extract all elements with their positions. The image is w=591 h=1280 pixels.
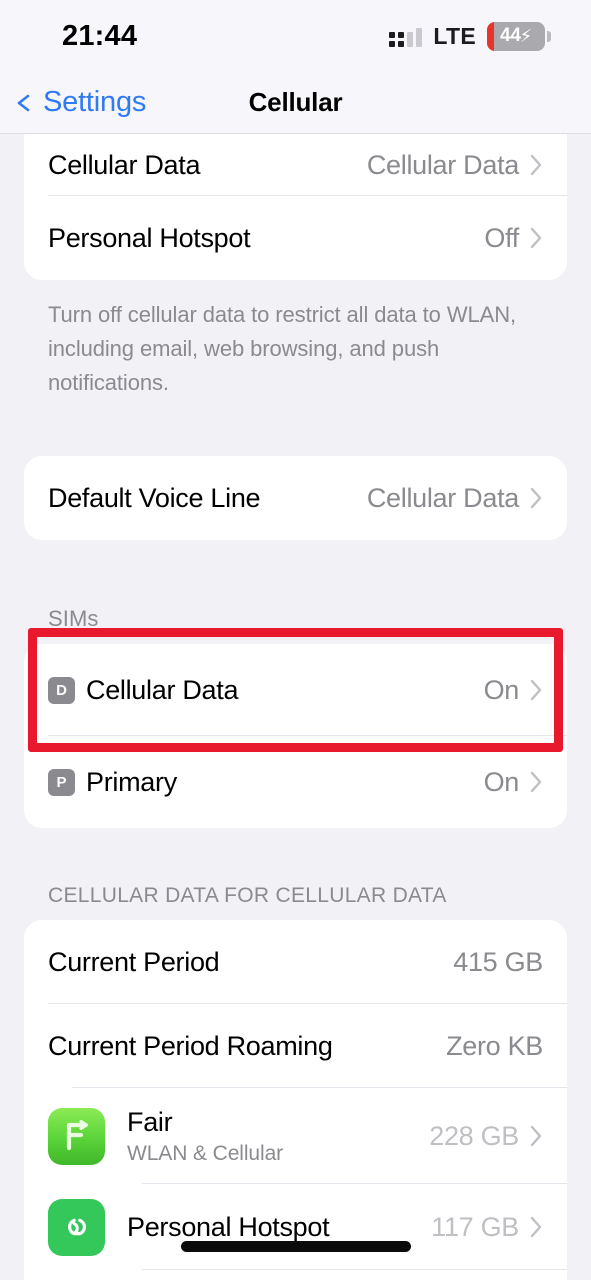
sim-badge-p: P xyxy=(48,768,75,796)
row-current-period: Current Period 415 GB xyxy=(24,920,567,1005)
row-value: Off xyxy=(484,222,519,253)
settings-scroll-view[interactable]: Cellular Data Cellular Data Personal Hot… xyxy=(0,134,591,1280)
sims-card: D Cellular Data On P Primary On xyxy=(24,628,567,829)
home-indicator[interactable] xyxy=(180,1241,411,1252)
battery-percent-label: 44 xyxy=(500,25,521,46)
chevron-right-icon xyxy=(530,488,542,509)
row-value: On xyxy=(483,766,520,797)
row-value: On xyxy=(483,674,520,705)
usage-card: Current Period 415 GB Current Period Roa… xyxy=(24,920,567,1280)
chevron-right-icon xyxy=(530,680,542,701)
row-value: Cellular Data xyxy=(366,149,519,180)
chevron-right-icon xyxy=(530,154,542,176)
charging-bolt-icon: ⚡ xyxy=(519,25,533,46)
network-type-label: LTE xyxy=(433,22,476,49)
chevron-right-icon xyxy=(530,227,542,249)
app-name: Fair xyxy=(127,1106,173,1137)
personal-hotspot-link-icon xyxy=(48,1198,105,1256)
sims-section-header: SIMs xyxy=(48,606,99,632)
row-value: Cellular Data xyxy=(366,482,519,513)
page-title: Cellular xyxy=(248,87,343,117)
chain-link-glyph-icon xyxy=(67,1219,86,1236)
battery-charging-icon: 44 ⚡ xyxy=(487,21,551,51)
row-label: Default Voice Line xyxy=(48,482,261,513)
row-personal-hotspot[interactable]: Personal Hotspot Off xyxy=(24,196,567,280)
row-value: Zero KB xyxy=(446,1030,543,1061)
row-label: Personal Hotspot xyxy=(48,222,251,253)
row-label: Cellular Data xyxy=(48,149,201,180)
app-usage-value: 228 GB xyxy=(429,1120,519,1151)
chevron-right-icon xyxy=(530,1126,542,1147)
status-bar-indicators: LTE 44 ⚡ xyxy=(389,21,551,51)
cellular-footnote: Turn off cellular data to restrict all d… xyxy=(48,302,517,396)
sims-card-wrapper: D Cellular Data On P Primary On xyxy=(0,628,591,829)
sim-row-primary[interactable]: P Primary On xyxy=(24,736,567,828)
fair-glyph-icon xyxy=(66,1120,88,1151)
signal-dots-icon xyxy=(389,26,423,47)
status-bar: 21:44 LTE 44 ⚡ xyxy=(0,0,591,72)
iphone-screen: 21:44 LTE 44 ⚡ Settings Cellular Cellula… xyxy=(0,0,591,1280)
sim-badge-d: D xyxy=(48,676,75,704)
app-row-fair[interactable]: Fair WLAN & Cellular 228 GB xyxy=(24,1088,567,1185)
fair-app-icon xyxy=(48,1107,105,1165)
cellular-card: Cellular Data Cellular Data Personal Hot… xyxy=(24,134,567,280)
voice-line-card: Default Voice Line Cellular Data xyxy=(24,456,567,541)
status-bar-clock: 21:44 xyxy=(62,19,138,52)
chevron-right-icon xyxy=(530,1217,542,1238)
row-cellular-data[interactable]: Cellular Data Cellular Data xyxy=(24,134,567,196)
sim-row-cellular-data[interactable]: D Cellular Data On xyxy=(24,628,567,753)
app-name: Personal Hotspot xyxy=(127,1211,330,1242)
app-usage-value: 117 GB xyxy=(431,1211,519,1242)
navigation-bar: Settings Cellular xyxy=(0,72,591,134)
chevron-right-icon xyxy=(530,772,542,793)
app-row-safari[interactable]: Safari xyxy=(24,1270,567,1280)
row-label: Current Period Roaming xyxy=(48,1030,333,1061)
row-current-period-roaming: Current Period Roaming Zero KB xyxy=(24,1004,567,1089)
row-label: Primary xyxy=(86,766,177,797)
usage-section-header: CELLULAR DATA FOR CELLULAR DATA xyxy=(48,884,447,908)
row-label: Current Period xyxy=(48,946,220,977)
row-label: Cellular Data xyxy=(86,674,239,705)
row-default-voice-line[interactable]: Default Voice Line Cellular Data xyxy=(24,456,567,540)
app-subtitle: WLAN & Cellular xyxy=(127,1141,284,1165)
app-row-personal-hotspot[interactable]: Personal Hotspot 117 GB xyxy=(24,1184,567,1271)
row-value: 415 GB xyxy=(453,946,543,977)
